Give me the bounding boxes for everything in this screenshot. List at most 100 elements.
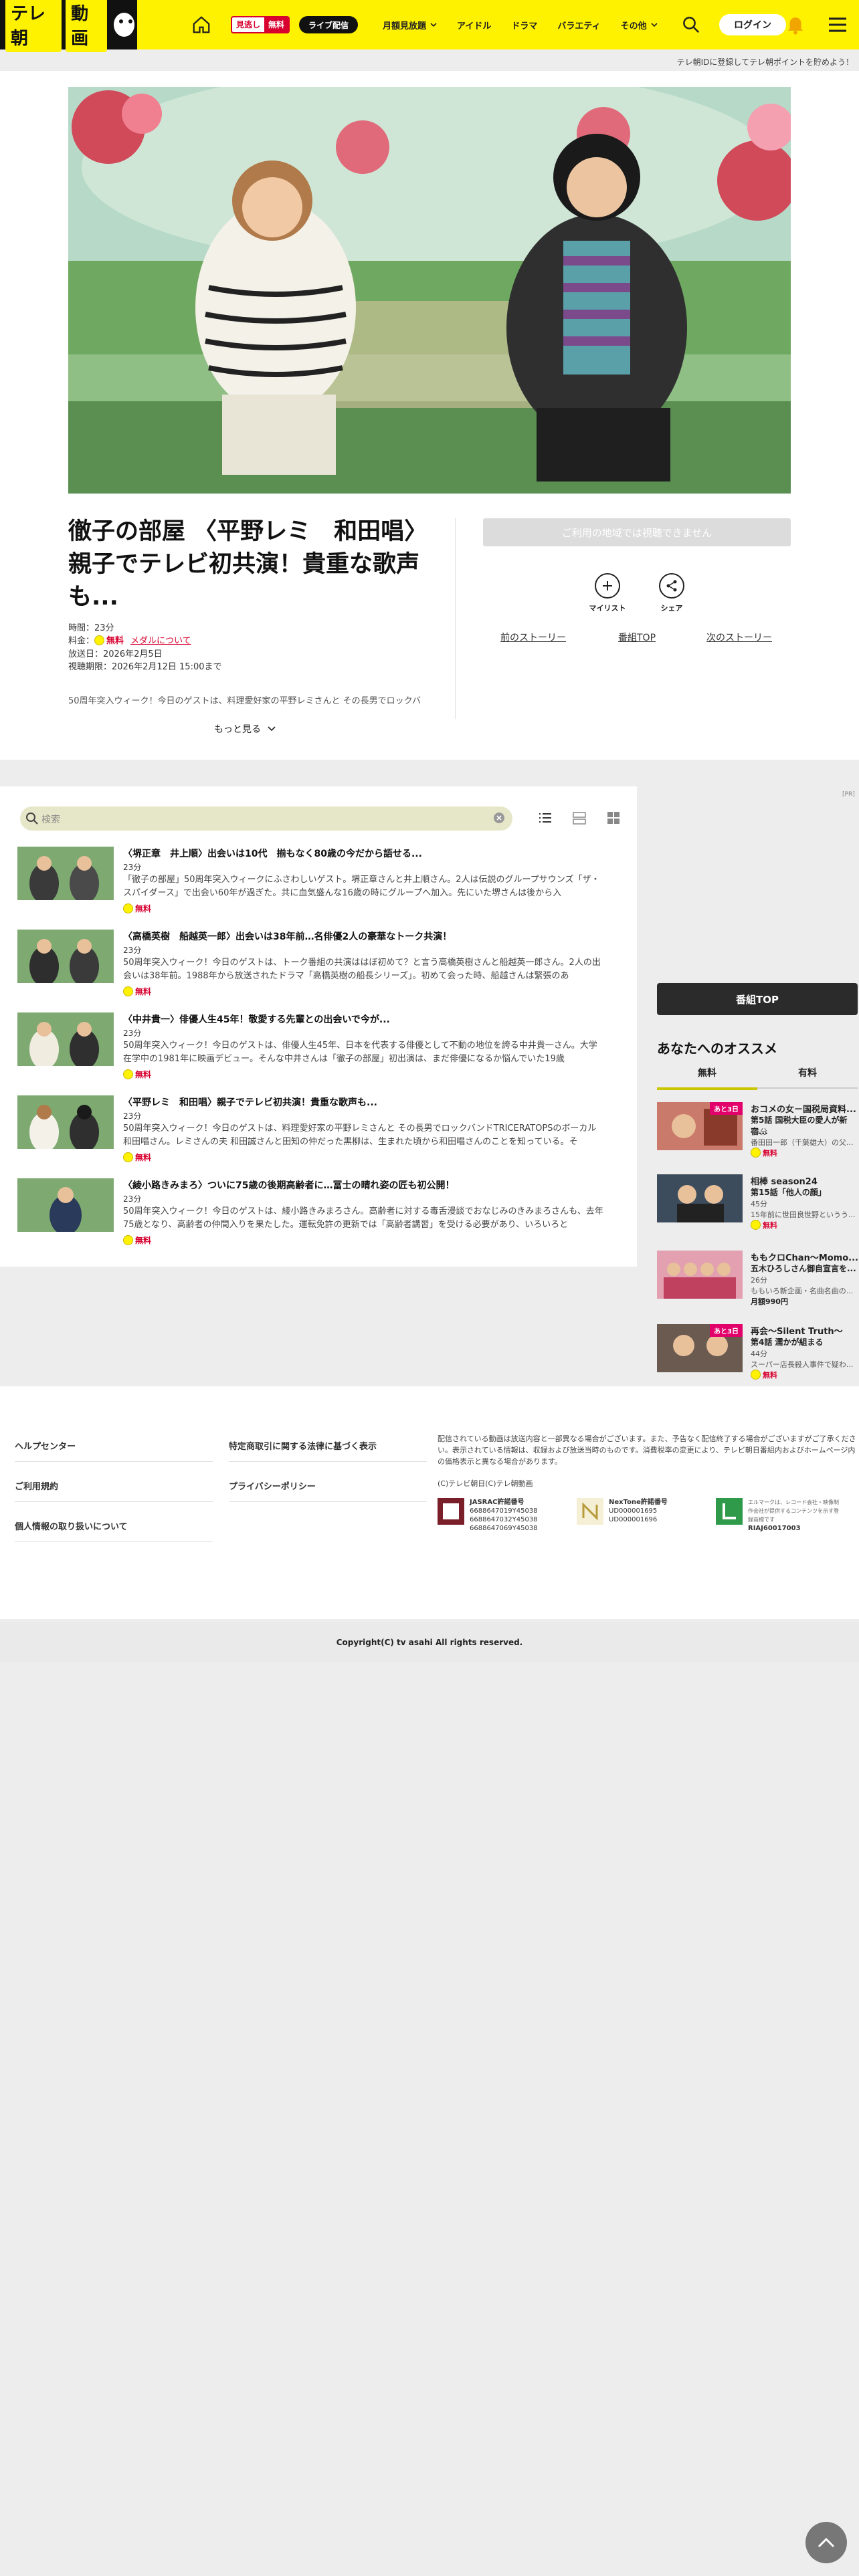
watch-button-disabled[interactable]: ご利用の地域では視聴できません (483, 518, 791, 546)
divider (15, 1501, 213, 1502)
site-logo[interactable]: テレ朝 動画 (0, 0, 137, 52)
divider (15, 1541, 213, 1542)
next-story-link[interactable]: 次のストーリー (706, 631, 772, 644)
nav-subscription[interactable]: 月額見放題 (383, 19, 437, 31)
tab-paid[interactable]: 有料 (757, 1066, 858, 1089)
recommend-subtitle: 第15話「他人の顔」 (751, 1188, 826, 1197)
clear-icon[interactable] (494, 813, 504, 823)
free-coin-icon (751, 1148, 761, 1158)
recommend-thumbnail (657, 1251, 743, 1299)
list-item[interactable]: 〈堺正章 井上順〉出会いは10代 揃もなく80歳の今だから語せる... 23分 … (17, 847, 619, 920)
free-coin-icon (94, 635, 105, 645)
recommend-price: 月額990円 (751, 1297, 788, 1306)
coin-bell-icon[interactable] (784, 13, 807, 35)
days-left-badge: あと3日 (710, 1324, 743, 1337)
recommend-duration: 45分 (751, 1200, 767, 1208)
nav-drama[interactable]: ドラマ (511, 19, 537, 31)
nav-variety[interactable]: バラエティ (557, 19, 600, 31)
nav-catchup-free[interactable]: 見逃し 無料 (231, 16, 290, 33)
item-duration: 23分 (123, 1111, 142, 1121)
nav-idol[interactable]: アイドル (457, 19, 491, 31)
recommend-item[interactable]: 相棒 season24 第15話「他人の顔」 45分 15年前に世田良世野という… (657, 1174, 859, 1241)
search-icon[interactable] (681, 15, 701, 35)
riaj-license: エルマークは、レコード会社・映像制作会社が提供するコンテンツを示す登録商標です R… (716, 1498, 843, 1538)
recommend-price: 無料 (751, 1370, 859, 1380)
share-button[interactable]: シェア (645, 573, 698, 613)
episode-search-input[interactable] (20, 807, 512, 831)
item-title: 〈高橋英樹 船越英一郎〉出会いは38年前…名俳優2人の豪華なトーク共演！ (123, 932, 452, 942)
home-icon[interactable] (191, 15, 211, 35)
item-duration: 23分 (123, 1029, 142, 1038)
l-mark-icon (716, 1498, 743, 1525)
back-to-top-button[interactable] (805, 2522, 847, 2563)
price-label: 無料 (763, 1149, 777, 1158)
grid-view-icon[interactable] (606, 811, 621, 825)
footer-tv-copyright: (C)テレビ朝日(C)テレ朝動画 (438, 1479, 533, 1488)
footer-link-help[interactable]: ヘルプセンター (15, 1439, 76, 1452)
recommend-item[interactable]: あと3日 再会～Silent Truth～ 第4話 濡かが組まる 44分 スーパ… (657, 1324, 859, 1391)
prev-story-link[interactable]: 前のストーリー (500, 631, 566, 644)
logo-text-2: 動画 (66, 0, 107, 52)
item-duration: 23分 (123, 946, 142, 955)
program-top-link[interactable]: 番組TOP (618, 631, 656, 644)
episode-duration: 時間：23分 (68, 623, 114, 633)
mylist-button[interactable]: マイリスト (581, 573, 634, 613)
recommend-price: 無料 (751, 1220, 859, 1230)
recommend-title: 再会～Silent Truth～ (751, 1327, 843, 1337)
footer-link-privacy[interactable]: プライバシーポリシー (229, 1479, 316, 1492)
recommend-desc: ももいろ新企画・名曲名曲の... (751, 1287, 854, 1295)
jasrac-numbers: 6688647019Y45038 6688647032Y45038 668864… (470, 1507, 538, 1532)
riaj-number: RIAJ60017003 (748, 1525, 801, 1532)
footer-link-commerce-act[interactable]: 特定商取引に関する法律に基づく表示 (229, 1439, 377, 1452)
episode-thumbnail (17, 847, 114, 900)
item-duration: 23分 (123, 1194, 142, 1204)
free-coin-icon (123, 903, 133, 914)
recommend-title: 相棒 season24 (751, 1177, 818, 1187)
list-item[interactable]: 〈中井貴一〉俳優人生45年！敬愛する先輩との出会いで今が... 23分 50周年… (17, 1012, 619, 1086)
episode-thumbnail (17, 1178, 114, 1232)
nav-other[interactable]: その他 (621, 19, 658, 31)
free-label: 無料 (135, 987, 152, 996)
list-item[interactable]: 〈平野レミ 和田唱〉親子でテレビ初共演！貴重な歌声も... 23分 50周年突入… (17, 1095, 619, 1169)
mylist-label: マイリスト (589, 604, 626, 613)
item-price: 無料 (123, 1235, 151, 1246)
studio-photo (68, 87, 791, 494)
free-coin-icon (123, 986, 133, 996)
program-top-button[interactable]: 番組TOP (657, 983, 858, 1015)
menu-icon[interactable] (827, 16, 848, 33)
list-item[interactable]: 〈高橋英樹 船越英一郎〉出会いは38年前…名俳優2人の豪華なトーク共演！ 23分… (17, 930, 619, 1003)
recommend-subtitle: 五木ひろしさん御自宣言を... (751, 1264, 856, 1273)
license-block: JASRAC許諾番号 6688647019Y45038 6688647032Y45… (438, 1498, 851, 1538)
footer-link-terms[interactable]: ご利用規約 (15, 1479, 58, 1492)
footer-link-personal-info[interactable]: 個人情報の取り扱いについて (15, 1519, 128, 1532)
nextone-title: NexTone許諾番号 (609, 1499, 668, 1506)
divider (229, 1461, 427, 1462)
episode-hero-image[interactable] (68, 87, 791, 494)
free-label: 無料 (135, 1236, 152, 1245)
promo-text[interactable]: テレ朝IDに登録してテレ朝ポイントを貯めよう！ (677, 56, 854, 68)
price-label: 料金： (68, 636, 95, 646)
recommend-item[interactable]: あと3日 おコメの女－国税局資料... 第5話 国税大臣の愛人が新宿... 45… (657, 1102, 859, 1169)
free-label: 無料 (135, 904, 152, 914)
jasrac-license: JASRAC許諾番号 6688647019Y45038 6688647032Y45… (438, 1498, 565, 1538)
nav-live[interactable]: ライブ配信 (299, 16, 359, 33)
tab-free[interactable]: 無料 (657, 1066, 757, 1090)
chevron-up-icon (818, 2537, 835, 2548)
list-item[interactable]: 〈綾小路きみまろ〉ついに75歳の後期高齢者に…冨士の晴れ姿の匠も初公開！ 23分… (17, 1178, 619, 1252)
item-description: 50周年突入ウィーク！今日のゲストは、俳優人生45年、日本を代表する俳優として不… (123, 1041, 597, 1064)
recommend-item[interactable]: ももクロChan～Momo... 五木ひろしさん御自宣言を... 26分 ももい… (657, 1251, 859, 1317)
nav-links: 月額見放題 アイドル ドラマ バラエティ その他 (383, 0, 658, 49)
item-description: 50周年突入ウィーク！今日のゲストは、トーク番組の共演ははぼ初めて？と言う高橋英… (123, 958, 601, 981)
list-view-icon[interactable] (538, 811, 553, 825)
login-button[interactable]: ログイン (719, 14, 786, 35)
search-icon (26, 813, 38, 825)
item-description: 50周年突入ウィーク！今日のゲストは、綾小路きみまろさん。高齢者に対する毒舌漫談… (123, 1206, 603, 1230)
nav-label: 月額見放題 (383, 21, 427, 31)
item-price: 無料 (123, 903, 151, 914)
catchup-label: 見逃し (236, 20, 261, 29)
footer-note: 配信されている動画は放送内容と一部異なる場合がございます。また、予告なく配信終了… (438, 1433, 856, 1489)
show-more-button[interactable]: もっと見る (214, 722, 276, 736)
medal-info-link[interactable]: メダルについて (130, 636, 191, 646)
logo-text: テレ朝 (5, 0, 62, 52)
detail-view-icon[interactable] (572, 811, 587, 825)
